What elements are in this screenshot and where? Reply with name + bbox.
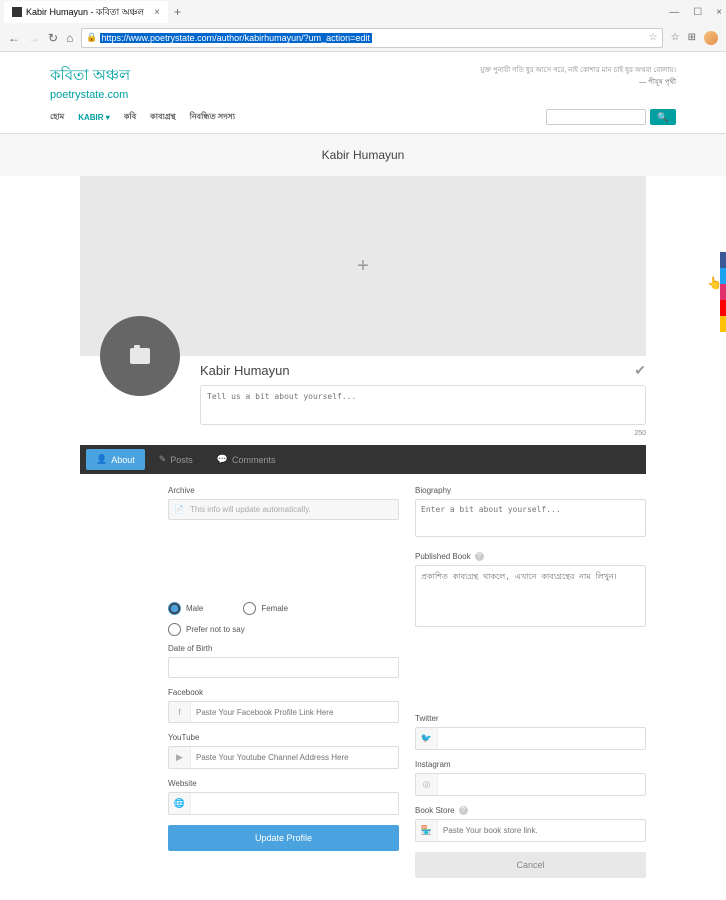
nav-members[interactable]: নিবন্ধিত সদস্য — [190, 111, 235, 124]
comment-icon: 💬 — [217, 454, 228, 465]
search-input[interactable] — [546, 109, 646, 125]
tab-comments[interactable]: 💬Comments — [207, 449, 286, 470]
cover-photo-area[interactable]: + — [80, 176, 646, 356]
nav-poet[interactable]: কবি — [124, 111, 136, 124]
instagram-icon: ◎ — [416, 774, 438, 795]
cancel-button[interactable]: Cancel — [415, 852, 646, 878]
globe-icon: 🌐 — [169, 793, 191, 814]
biography-textarea[interactable] — [415, 499, 646, 537]
bookstore-label: Book Store? — [415, 806, 646, 815]
logo-line1: কবিতা অঞ্চল — [50, 64, 130, 89]
forward-icon: → — [28, 31, 40, 45]
search-button[interactable]: 🔍 — [650, 109, 676, 125]
nav-home[interactable]: হোম — [50, 111, 64, 124]
user-icon: 👤 — [96, 454, 107, 465]
twitter-label: Twitter — [415, 714, 646, 723]
profile-avatar-icon[interactable] — [704, 31, 718, 45]
gender-prefer-not[interactable]: Prefer not to say — [168, 623, 245, 636]
dob-label: Date of Birth — [168, 644, 399, 653]
update-profile-button[interactable]: Update Profile — [168, 825, 399, 851]
camera-icon — [130, 348, 150, 364]
profile-tabs: 👤About ✎Posts 💬Comments — [80, 445, 646, 474]
instagram-label: Instagram — [415, 760, 646, 769]
help-icon[interactable]: ? — [475, 552, 484, 561]
published-book-textarea[interactable] — [415, 565, 646, 627]
extensions-icon[interactable]: ⊞ — [688, 32, 696, 43]
browser-addressbar: ← → ↻ ⌂ 🔒 https://www.poetrystate.com/au… — [0, 24, 726, 52]
instagram-input[interactable]: ◎ — [415, 773, 646, 796]
social-share-strip[interactable] — [720, 252, 726, 332]
twitter-input[interactable]: 🐦 — [415, 727, 646, 750]
tab-about[interactable]: 👤About — [86, 449, 145, 470]
url-field[interactable]: 🔒 https://www.poetrystate.com/author/kab… — [81, 28, 662, 48]
refresh-icon[interactable]: ↻ — [48, 31, 58, 45]
page-title: Kabir Humayun — [0, 134, 726, 176]
facebook-label: Facebook — [168, 688, 399, 697]
close-window-icon[interactable]: × — [716, 7, 722, 18]
browser-tab[interactable]: Kabir Humayun - কবিতা অঞ্চল × — [4, 1, 168, 23]
page-content: কবিতা অঞ্চল poetrystate.com যুক্ত পুনায়… — [0, 52, 726, 900]
facebook-icon: f — [169, 702, 191, 722]
new-tab-button[interactable]: + — [174, 5, 181, 19]
main-nav: হোম KABIR ▾ কবি কাব্যগ্রন্থ নিবন্ধিত সদস… — [0, 101, 726, 134]
archive-icon: 📄 — [174, 505, 184, 514]
minimize-icon[interactable]: — — [669, 7, 679, 18]
youtube-input[interactable]: ▶ — [168, 746, 399, 769]
facebook-input[interactable]: f — [168, 701, 399, 723]
avatar-upload[interactable] — [100, 316, 180, 396]
youtube-label: YouTube — [168, 733, 399, 742]
website-label: Website — [168, 779, 399, 788]
back-icon[interactable]: ← — [8, 31, 20, 45]
help-icon[interactable]: ? — [459, 806, 468, 815]
twitter-icon: 🐦 — [416, 728, 438, 749]
archive-label: Archive — [168, 486, 399, 495]
logo-line2: poetrystate.com — [50, 89, 130, 101]
home-icon[interactable]: ⌂ — [66, 31, 73, 45]
tab-close-icon[interactable]: × — [154, 7, 160, 18]
favicon — [12, 7, 22, 17]
bookmark-star-icon[interactable]: ☆ — [649, 32, 658, 43]
nav-books[interactable]: কাব্যগ্রন্থ — [150, 111, 175, 124]
lock-icon: 🔒 — [86, 32, 97, 43]
tagline-text: যুক্ত পুনায়ী গতি ধুর আসে গরে, নাই কোশার… — [480, 64, 676, 76]
gender-female[interactable]: Female — [243, 602, 288, 615]
pencil-icon: ✎ — [159, 454, 167, 465]
browser-titlebar: Kabir Humayun - কবিতা অঞ্চল × + — ☐ × — [0, 0, 726, 24]
verified-check-icon: ✔ — [634, 362, 646, 379]
bio-char-count: 250 — [80, 430, 646, 437]
site-tagline: যুক্ত পুনায়ী গতি ধুর আসে গরে, নাই কোশার… — [480, 64, 676, 101]
add-cover-icon[interactable]: + — [357, 255, 369, 278]
biography-label: Biography — [415, 486, 646, 495]
tagline-author: — পীযূষ পৃথী — [480, 76, 676, 88]
youtube-icon: ▶ — [169, 747, 191, 768]
site-logo[interactable]: কবিতা অঞ্চল poetrystate.com — [50, 64, 130, 101]
reader-icon[interactable]: ☆ — [671, 32, 680, 43]
profile-display-name: Kabir Humayun — [200, 363, 290, 378]
maximize-icon[interactable]: ☐ — [693, 7, 702, 18]
bio-textarea[interactable] — [200, 385, 646, 425]
url-text: https://www.poetrystate.com/author/kabir… — [100, 33, 372, 43]
gender-male[interactable]: Male — [168, 602, 203, 615]
tab-title: Kabir Humayun - কবিতা অঞ্চল — [26, 5, 144, 20]
bookstore-input[interactable]: 🏪 — [415, 819, 646, 842]
website-input[interactable]: 🌐 — [168, 792, 399, 815]
tab-posts[interactable]: ✎Posts — [149, 449, 203, 470]
store-icon: 🏪 — [416, 820, 438, 841]
dob-input[interactable] — [168, 657, 399, 678]
published-book-label: Published Book? — [415, 552, 646, 561]
archive-field: 📄 This info will update automatically. — [168, 499, 399, 520]
nav-kabir[interactable]: KABIR ▾ — [78, 113, 110, 122]
